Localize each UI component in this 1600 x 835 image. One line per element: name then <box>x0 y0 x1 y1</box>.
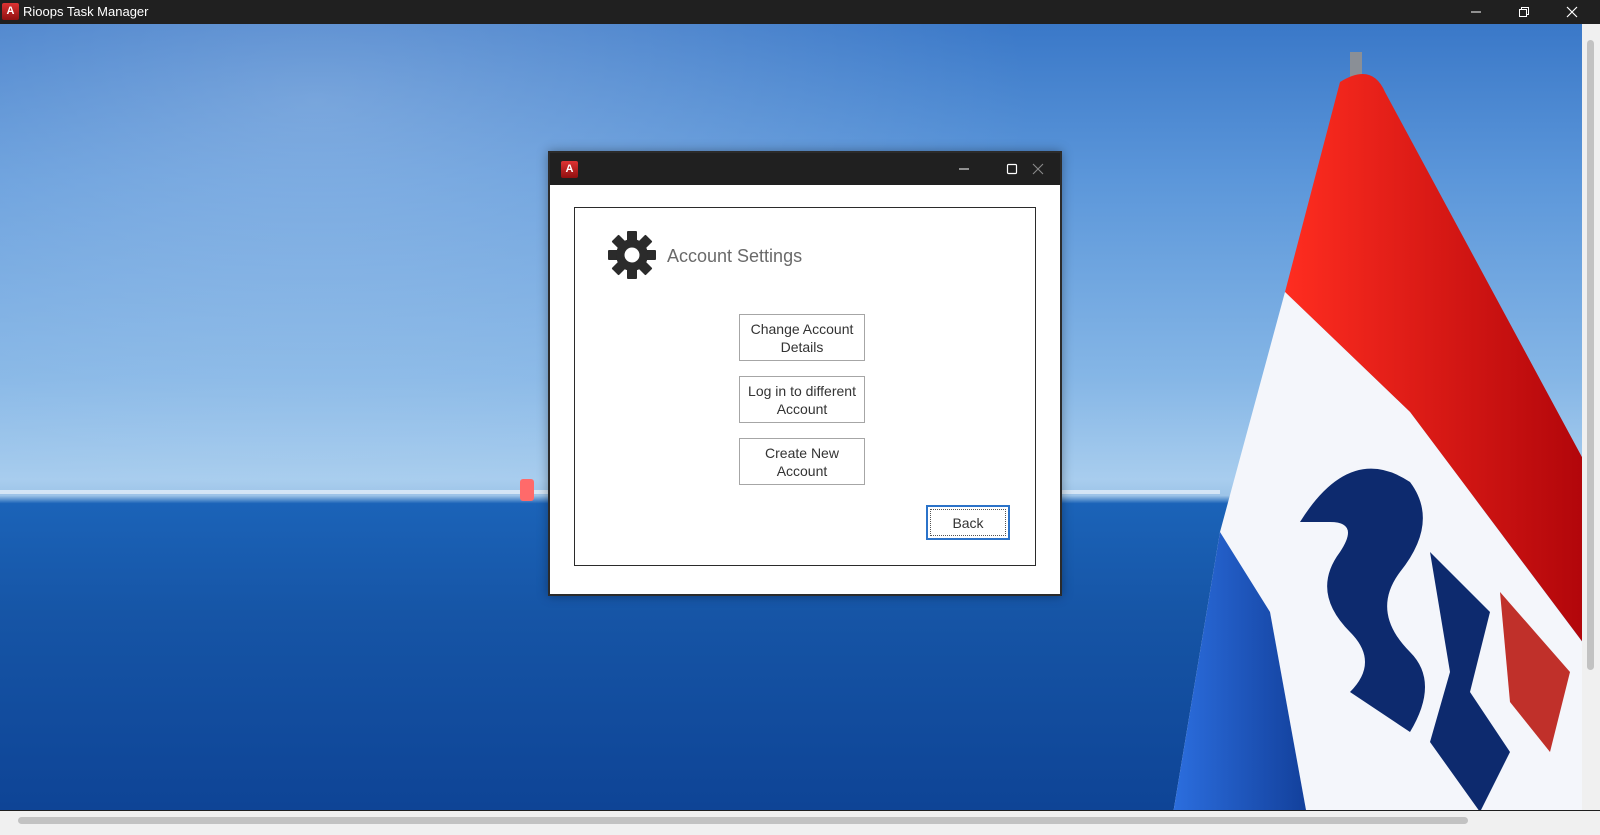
vertical-scrollbar[interactable] <box>1582 24 1600 810</box>
log-in-different-account-button[interactable]: Log in to different Account <box>739 376 865 423</box>
app-logo-icon: A <box>2 3 19 20</box>
minimize-icon <box>959 168 969 170</box>
horizontal-scroll-thumb[interactable] <box>18 817 1468 824</box>
change-account-details-button[interactable]: Change Account Details <box>739 314 865 361</box>
app-titlebar: A Rioops Task Manager <box>0 0 1600 24</box>
dialog-minimize-button[interactable] <box>941 153 987 185</box>
dialog-logo-icon: A <box>561 161 578 178</box>
create-new-account-button[interactable]: Create New Account <box>739 438 865 485</box>
restore-button[interactable] <box>1501 0 1547 24</box>
horizontal-scrollbar[interactable] <box>0 810 1600 835</box>
restore-icon <box>1519 7 1529 17</box>
page-title: Account Settings <box>667 246 803 266</box>
app-title: Rioops Task Manager <box>23 4 149 19</box>
back-button[interactable]: Back <box>926 505 1010 540</box>
minimize-button[interactable] <box>1453 0 1499 24</box>
buoy <box>520 479 534 501</box>
dialog-close-button[interactable] <box>1015 153 1061 185</box>
gear-icon <box>608 231 656 279</box>
account-settings-panel: Account Settings Change Account Details … <box>574 207 1036 566</box>
close-button[interactable] <box>1549 0 1595 24</box>
close-icon <box>1032 163 1044 175</box>
account-settings-dialog: A Account Settings Change Account Detail… <box>548 151 1062 596</box>
vertical-scroll-thumb[interactable] <box>1587 40 1594 670</box>
flag-image <box>1173 52 1582 810</box>
close-icon <box>1566 6 1578 18</box>
dialog-titlebar: A <box>550 153 1060 185</box>
minimize-icon <box>1471 11 1481 13</box>
